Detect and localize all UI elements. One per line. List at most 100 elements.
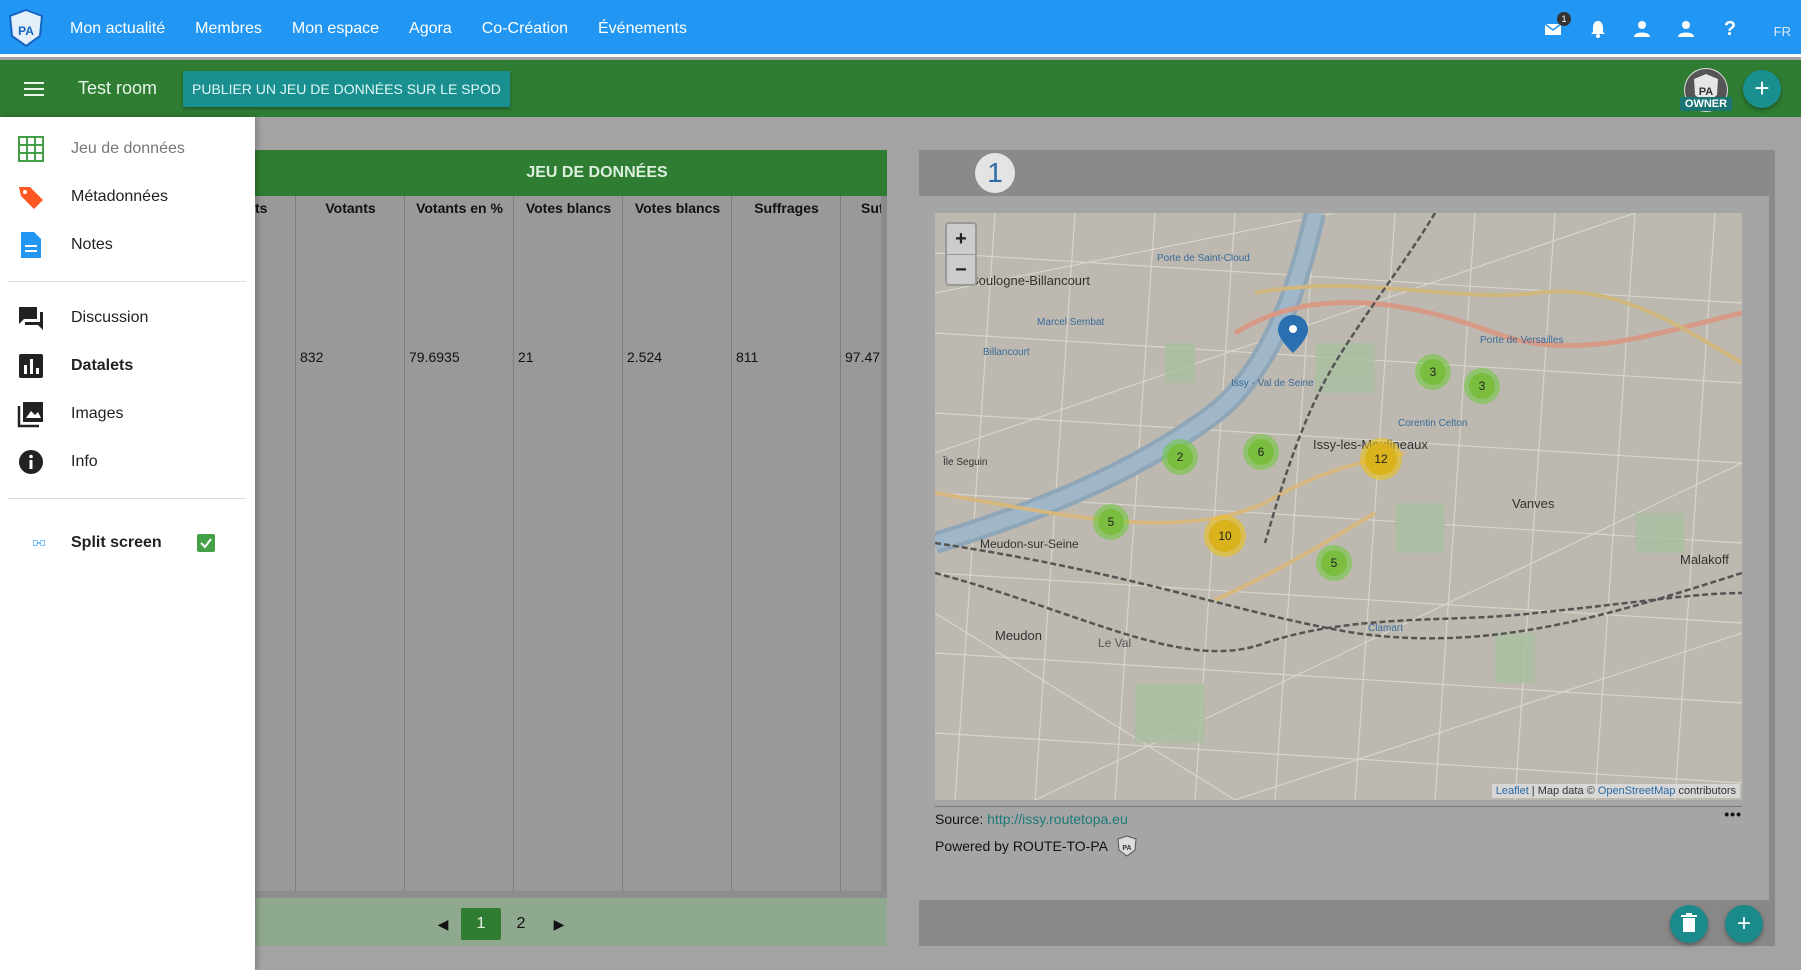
column-header: ts (255, 200, 268, 216)
table-column: Votants 832 (295, 196, 404, 891)
owner-label: OWNER (1680, 97, 1732, 111)
map-label: Île Seguin (942, 455, 987, 468)
next-page-button[interactable]: ▶ (541, 916, 577, 933)
drawer-label-jeu-de-donnees: Jeu de données (71, 140, 185, 157)
drawer-item-jeu-de-donnees[interactable]: Jeu de données (0, 127, 255, 171)
add-room-button[interactable]: + (1743, 70, 1781, 108)
svg-text:PA: PA (1122, 845, 1131, 852)
mail-icon[interactable]: 1 (1543, 12, 1571, 40)
cluster-count: 5 (1098, 509, 1124, 535)
svg-text:PA: PA (18, 24, 34, 38)
drawer-item-info[interactable]: Info (0, 440, 255, 484)
account-icon[interactable] (1675, 18, 1697, 40)
drawer-item-datalets[interactable]: Datalets (0, 344, 255, 388)
attribution-text: | Map data © (1528, 785, 1598, 797)
room-title: Test room (78, 78, 158, 98)
map-label: Meudon-sur-Seine (980, 537, 1079, 551)
cluster-count: 3 (1420, 359, 1446, 385)
column-header: Suff (861, 200, 883, 216)
split-screen-checkbox[interactable] (197, 534, 215, 552)
dataset-table[interactable]: ts Votants 832 Votants en % 79.6935 Vote… (255, 196, 883, 891)
drawer-item-metadonnees[interactable]: Métadonnées (0, 175, 255, 219)
menu-icon[interactable] (24, 82, 44, 96)
dataset-header: JEU DE DONNÉES (255, 150, 887, 196)
map-label: Le Val (1098, 636, 1131, 650)
map-label: Porte de Saint-Cloud (1157, 253, 1250, 264)
cluster-count: 5 (1321, 550, 1347, 576)
tag-icon (17, 183, 45, 211)
drawer-label-info: Info (71, 453, 98, 470)
leaflet-link[interactable]: Leaflet (1496, 785, 1529, 797)
mail-badge: 1 (1557, 12, 1571, 26)
table-cell: 21 (518, 349, 534, 365)
add-datalet-button[interactable]: + (1725, 905, 1763, 943)
prev-page-button[interactable]: ◀ (425, 916, 461, 933)
page-button[interactable]: 2 (501, 908, 541, 940)
osm-link[interactable]: OpenStreetMap (1598, 785, 1676, 797)
drawer-label-notes: Notes (71, 236, 113, 253)
page-button[interactable]: 1 (461, 908, 501, 940)
help-icon[interactable]: ? (1719, 18, 1741, 40)
images-icon (17, 400, 45, 428)
column-header: Votes blancs (634, 200, 721, 216)
map-cluster[interactable]: 6 (1243, 434, 1279, 470)
nav-mon-actualite[interactable]: Mon actualité (70, 20, 165, 38)
datalet-scrollbar[interactable] (1769, 196, 1775, 900)
bell-icon[interactable] (1587, 18, 1609, 40)
main-nav: Mon actualité Membres Mon espace Agora C… (70, 0, 717, 57)
bar-chart-icon (17, 352, 45, 380)
nav-mon-espace[interactable]: Mon espace (292, 20, 379, 38)
source-link[interactable]: http://issy.routetopa.eu (987, 811, 1128, 827)
map-cluster[interactable]: 3 (1464, 368, 1500, 404)
drawer-label-metadonnees: Métadonnées (71, 188, 168, 205)
datalet-info: Source: http://issy.routetopa.eu ••• Pow… (935, 806, 1742, 857)
drawer-label-datalets: Datalets (71, 357, 134, 374)
zoom-in-button[interactable]: + (947, 224, 975, 254)
map-cluster[interactable]: 3 (1415, 354, 1451, 390)
map-cluster[interactable]: 5 (1316, 545, 1352, 581)
drawer-divider (8, 281, 246, 282)
dataset-scrollbar[interactable] (881, 196, 887, 891)
route-to-pa-logo[interactable]: PA (6, 8, 46, 48)
table-column: Suffrages 811 (731, 196, 840, 891)
split-screen-toggle[interactable]: Split screen (0, 521, 255, 565)
datalet-header: 1 (919, 150, 1775, 196)
table-column: Votes blancs 2.524 (622, 196, 731, 891)
drawer-label-images: Images (71, 405, 124, 422)
map-cluster[interactable]: 10 (1204, 515, 1246, 557)
cluster-count: 6 (1248, 439, 1274, 465)
publish-dataset-button[interactable]: PUBLIER UN JEU DE DONNÉES SUR LE SPOD (183, 71, 510, 107)
delete-icon (1681, 913, 1697, 932)
zoom-out-button[interactable]: − (947, 254, 975, 284)
map-cluster[interactable]: 5 (1093, 504, 1129, 540)
drawer-item-notes[interactable]: Notes (0, 223, 255, 267)
datalet-panel: 1 Boulogne-Billancourt Vanves Meudon-sur… (919, 150, 1775, 946)
datalet-body: Boulogne-Billancourt Issy-les-Moulineaux… (919, 196, 1769, 900)
nav-agora[interactable]: Agora (409, 20, 452, 38)
user-icon[interactable] (1631, 18, 1653, 40)
zoom-control: + − (945, 222, 977, 286)
column-header: Votants (325, 200, 376, 216)
map-view[interactable]: Boulogne-Billancourt Issy-les-Moulineaux… (935, 213, 1742, 800)
nav-evenements[interactable]: Événements (598, 20, 687, 38)
cluster-count: 3 (1469, 373, 1495, 399)
nav-co-creation[interactable]: Co-Création (482, 20, 568, 38)
drawer-item-images[interactable]: Images (0, 392, 255, 436)
split-screen-icon (17, 529, 45, 557)
delete-datalet-button[interactable] (1670, 905, 1708, 943)
map-cluster[interactable]: 12 (1360, 438, 1402, 480)
map-label: Meudon (995, 628, 1042, 643)
drawer-item-discussion[interactable]: Discussion (0, 296, 255, 340)
more-options-button[interactable]: ••• (1724, 806, 1742, 822)
powered-by-text: Powered by ROUTE-TO-PA (935, 838, 1108, 854)
table-cell: 2.524 (627, 349, 663, 365)
table-cell: 811 (736, 349, 759, 365)
map-cluster[interactable]: 2 (1162, 439, 1198, 475)
map-label: Billancourt (983, 347, 1030, 358)
pagination: ◀ 1 2 ▶ (425, 908, 577, 940)
cluster-count: 10 (1209, 520, 1241, 552)
side-drawer: Jeu de données Métadonnées Notes Discuss… (0, 117, 255, 970)
language-selector[interactable]: FR (1774, 24, 1791, 39)
nav-membres[interactable]: Membres (195, 20, 262, 38)
map-label: Vanves (1512, 496, 1555, 511)
